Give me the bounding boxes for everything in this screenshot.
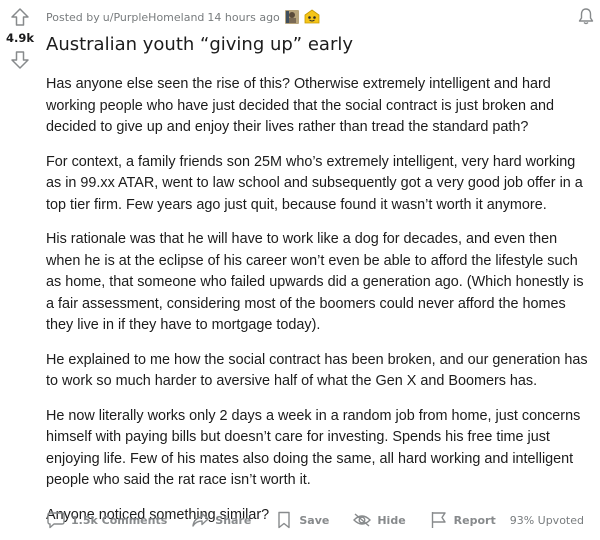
comments-label: 1.5k Comments <box>71 513 168 527</box>
comments-button[interactable]: 1.5k Comments <box>46 510 167 530</box>
vote-column: 4.9k <box>0 0 40 71</box>
notification-bell-button[interactable] <box>576 6 596 26</box>
upvote-button[interactable] <box>8 6 32 28</box>
downvote-arrow-icon <box>11 51 29 69</box>
post-body: Has anyone else seen the rise of this? O… <box>46 74 594 539</box>
body-paragraph: He now literally works only 2 days a wee… <box>46 407 581 489</box>
post-meta: Posted by u/PurpleHomeland 14 hours ago <box>46 9 320 25</box>
post-score: 4.9k <box>5 31 35 45</box>
report-button[interactable]: Report <box>429 510 496 530</box>
award-icon[interactable] <box>284 9 300 25</box>
award-icon[interactable] <box>304 9 320 25</box>
hide-button[interactable]: Hide <box>352 510 406 530</box>
body-paragraph: Has anyone else seen the rise of this? O… <box>46 76 554 135</box>
hide-label: Hide <box>377 513 406 527</box>
bookmark-icon <box>278 511 291 529</box>
share-label: Share <box>215 513 252 527</box>
author-link[interactable]: u/PurpleHomeland <box>103 11 205 24</box>
eye-slash-icon <box>353 513 372 527</box>
post-title[interactable]: Australian youth “giving up” early <box>46 34 594 56</box>
body-paragraph: For context, a family friends son 25M wh… <box>46 153 583 213</box>
upvote-ratio: 93% Upvoted <box>509 513 584 527</box>
post-time: 14 hours ago <box>207 10 280 24</box>
comment-bubble-icon <box>47 512 65 529</box>
bell-icon <box>578 8 594 25</box>
save-label: Save <box>299 513 330 527</box>
share-arrow-icon <box>192 512 209 527</box>
flag-icon <box>431 512 446 528</box>
post-actions: 1.5k Comments Share Save Hide Report 93%… <box>46 508 594 532</box>
upvote-arrow-icon <box>11 8 29 26</box>
body-paragraph: He explained to me how the social contra… <box>46 351 588 390</box>
save-button[interactable]: Save <box>274 510 329 530</box>
reddit-post: 4.9k Posted by u/PurpleHomeland 14 hours… <box>0 0 600 540</box>
downvote-button[interactable] <box>8 49 32 71</box>
report-label: Report <box>453 513 496 527</box>
body-paragraph: His rationale was that he will have to w… <box>46 231 584 333</box>
share-button[interactable]: Share <box>190 510 251 530</box>
meta-prefix: Posted by <box>46 10 100 24</box>
